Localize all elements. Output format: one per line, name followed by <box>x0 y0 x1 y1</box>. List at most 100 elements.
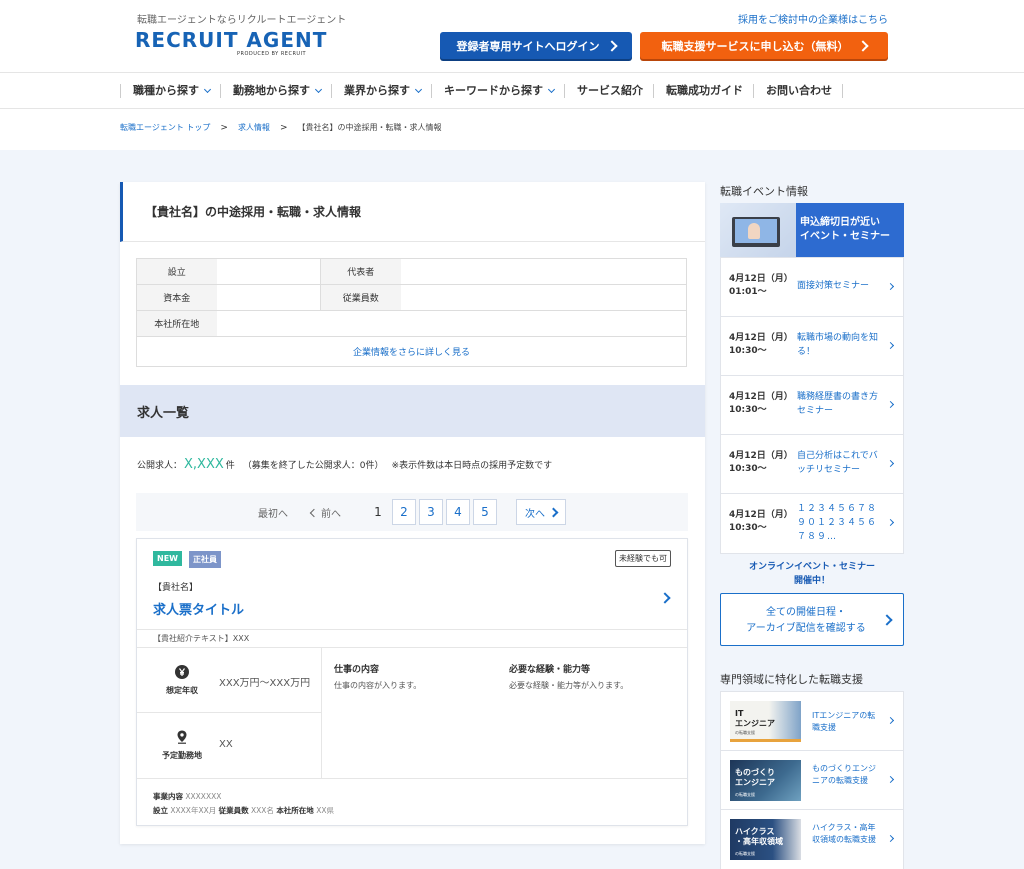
chevron-down-icon <box>414 85 423 93</box>
event-list: 4月12日（月） 01:01〜 面接対策セミナー 4月12日（月） 10:30〜 転… <box>720 257 904 554</box>
company-card: 【貴社名】の中途採用・転職・求人情報 設立 代表者 資本金 従業員数 本社所在地… <box>120 182 705 844</box>
event-item[interactable]: 4月12日（月） 01:01〜 面接対策セミナー <box>721 258 903 317</box>
public-job-count: 公開求人： X,XXX 件 （募集を終了した公開求人：0件） ※表示件数は本日時… <box>137 457 552 472</box>
company-more-link[interactable]: 企業情報をさらに詳しく見る <box>136 336 687 367</box>
corporate-link[interactable]: 採用をご検討中の企業様はこちら <box>738 11 888 26</box>
chevron-right-icon <box>886 282 895 291</box>
member-login-button[interactable]: 登録者専用サイトへログイン <box>440 32 632 59</box>
apply-button[interactable]: 転職支援サービスに申し込む（無料） <box>640 32 888 59</box>
nav-label: お問い合わせ <box>766 83 832 97</box>
info-label-employees: 従業員数 <box>320 284 401 311</box>
support-name: ものづくりエンジニアの転職支援 <box>812 764 876 785</box>
info-label-address: 本社所在地 <box>136 310 217 337</box>
nav-label: 転職成功ガイド <box>666 83 743 97</box>
online-line: 開催中！ <box>793 576 830 586</box>
pagination: 最初へ 前へ 1 2 3 4 5 次へ <box>136 493 688 531</box>
chevron-down-icon <box>314 85 323 93</box>
nav-item-keyword[interactable]: キーワードから探す <box>431 83 564 98</box>
support-item-it[interactable]: IT エンジニア の転職支援 ITエンジニアの転職支援 <box>721 692 903 751</box>
job-card[interactable]: NEW 正社員 未経験でも可 【貴社名】 求人票タイトル 【貴社紹介テキスト】X… <box>136 538 688 826</box>
info-value-representative <box>400 258 687 285</box>
new-badge: NEW <box>153 551 182 566</box>
nav-item-contact[interactable]: お問い合わせ <box>753 83 842 98</box>
work-text: 仕事の内容が入ります。 <box>334 681 422 690</box>
pager-first[interactable]: 最初へ <box>258 505 288 520</box>
event-name: 転職市場の動向を知る！ <box>797 333 879 357</box>
breadcrumb-jobs[interactable]: 求人情報 <box>238 122 270 133</box>
pager-prev[interactable]: 前へ <box>309 505 341 520</box>
all-events-label: 全ての開催日程・ アーカイブ配信を確認する <box>746 607 866 634</box>
employees-value: XXX名 <box>251 806 274 815</box>
support-name: ハイクラス・高年収領域の転職支援 <box>812 823 876 844</box>
pager-page-5[interactable]: 5 <box>473 499 497 525</box>
pager-next[interactable]: 次へ <box>516 499 566 525</box>
chevron-right-icon <box>886 518 895 527</box>
event-date: 4月12日（月） 10:30〜 <box>729 392 793 415</box>
job-intro: 【貴社紹介テキスト】XXX <box>137 629 687 648</box>
support-item-manufacturing[interactable]: ものづくり エンジニア の転職支援 ものづくりエンジニアの転職支援 <box>721 751 903 810</box>
map-pin-icon <box>177 730 187 744</box>
nav-item-guide[interactable]: 転職成功ガイド <box>653 83 753 98</box>
event-date: 4月12日（月） 10:30〜 <box>729 451 793 474</box>
nav-item-occupation[interactable]: 職種から探す <box>120 83 220 98</box>
address-value: XX県 <box>316 806 334 815</box>
pager-page-4[interactable]: 4 <box>446 499 470 525</box>
recruit-agent-logo[interactable]: RECRUIT AGENT <box>135 28 327 52</box>
chevron-right-icon <box>856 39 869 52</box>
info-label-capital: 資本金 <box>136 284 217 311</box>
it-engineer-image: IT エンジニア の転職支援 <box>730 701 801 742</box>
nav-item-industry[interactable]: 業界から探す <box>331 83 431 98</box>
nav-item-location[interactable]: 勤務地から探す <box>220 83 331 98</box>
work-heading: 仕事の内容 <box>334 665 380 675</box>
event-item[interactable]: 4月12日（月） 10:30〜 転職市場の動向を知る！ <box>721 317 903 376</box>
business-label: 事業内容 <box>153 792 183 801</box>
all-events-button[interactable]: 全ての開催日程・ アーカイブ配信を確認する <box>720 593 904 646</box>
info-label-founded: 設立 <box>136 258 217 285</box>
chevron-down-icon <box>547 85 556 93</box>
info-label-representative: 代表者 <box>320 258 401 285</box>
public-label: 公開求人： <box>137 461 183 471</box>
support-item-highclass[interactable]: ハイクラス ・高年収領域 の転職支援 ハイクラス・高年収領域の転職支援 <box>721 810 903 869</box>
image-small: の転職支援 <box>735 792 755 797</box>
event-name: 面接対策セミナー <box>797 281 870 291</box>
founded-value: XXXX年XX月 <box>170 806 217 815</box>
apply-label: 転職支援サービスに申し込む（無料） <box>661 39 849 53</box>
job-conditions: 想定年収 XXX万円〜XXX万円 予定勤務地 XX <box>137 648 322 778</box>
site-header: 転職エージェントならリクルートエージェント RECRUIT AGENT PROD… <box>0 0 1024 73</box>
breadcrumb-current: 【貴社名】の中途採用・転職・求人情報 <box>297 123 442 132</box>
nav-item-service[interactable]: サービス紹介 <box>564 83 653 98</box>
image-tag: ハイクラス ・高年収領域 <box>735 827 783 846</box>
event-item[interactable]: 4月12日（月） 10:30〜 自己分析はこれでバッチリセミナー <box>721 435 903 494</box>
pager-page-3[interactable]: 3 <box>419 499 443 525</box>
image-tag: IT エンジニア <box>735 709 775 728</box>
member-login-label: 登録者専用サイトへログイン <box>456 39 600 53</box>
online-event-notice: オンラインイベント・セミナー 開催中！ <box>720 560 904 588</box>
nav-label: キーワードから探す <box>444 83 543 97</box>
nav-divider <box>842 83 843 98</box>
pager-page-2[interactable]: 2 <box>392 499 416 525</box>
manufacturing-engineer-image: ものづくり エンジニア の転職支援 <box>730 760 801 801</box>
nav-label: 職種から探す <box>133 83 199 97</box>
closed-note: （募集を終了した公開求人：0件） <box>242 461 384 471</box>
business-value: XXXXXXX <box>185 792 222 801</box>
breadcrumb-top[interactable]: 転職エージェント トップ <box>120 122 210 133</box>
joblist-heading: 求人一覧 <box>120 385 705 437</box>
salary-value: XXX万円〜XXX万円 <box>219 678 311 689</box>
requirements-heading: 必要な経験・能力等 <box>509 665 591 675</box>
pager-current: 1 <box>374 505 382 519</box>
support-name: ITエンジニアの転職支援 <box>812 711 876 732</box>
presenter-figure <box>748 223 760 239</box>
job-title-link[interactable]: 求人票タイトル <box>153 599 244 618</box>
pager-prev-label: 前へ <box>321 509 341 520</box>
info-value-capital <box>216 284 321 311</box>
salary-row: 想定年収 XXX万円〜XXX万円 <box>137 648 322 713</box>
chevron-right-icon[interactable] <box>659 592 671 604</box>
breadcrumb: 転職エージェント トップ > 求人情報 > 【貴社名】の中途採用・転職・求人情報 <box>120 122 441 133</box>
event-item[interactable]: 4月12日（月） 10:30〜 職務経歴書の書き方セミナー <box>721 376 903 435</box>
event-item[interactable]: 4月12日（月） 10:30〜 １２３４５６７８９０１２３４５６７８９… <box>721 494 903 553</box>
image-small: の転職支援 <box>735 730 755 735</box>
chevron-right-icon <box>605 39 618 52</box>
events-heading: 転職イベント情報 <box>720 185 808 198</box>
event-banner[interactable]: 申込締切日が近い イベント・セミナー <box>720 203 904 257</box>
chevron-right-icon <box>886 400 895 409</box>
